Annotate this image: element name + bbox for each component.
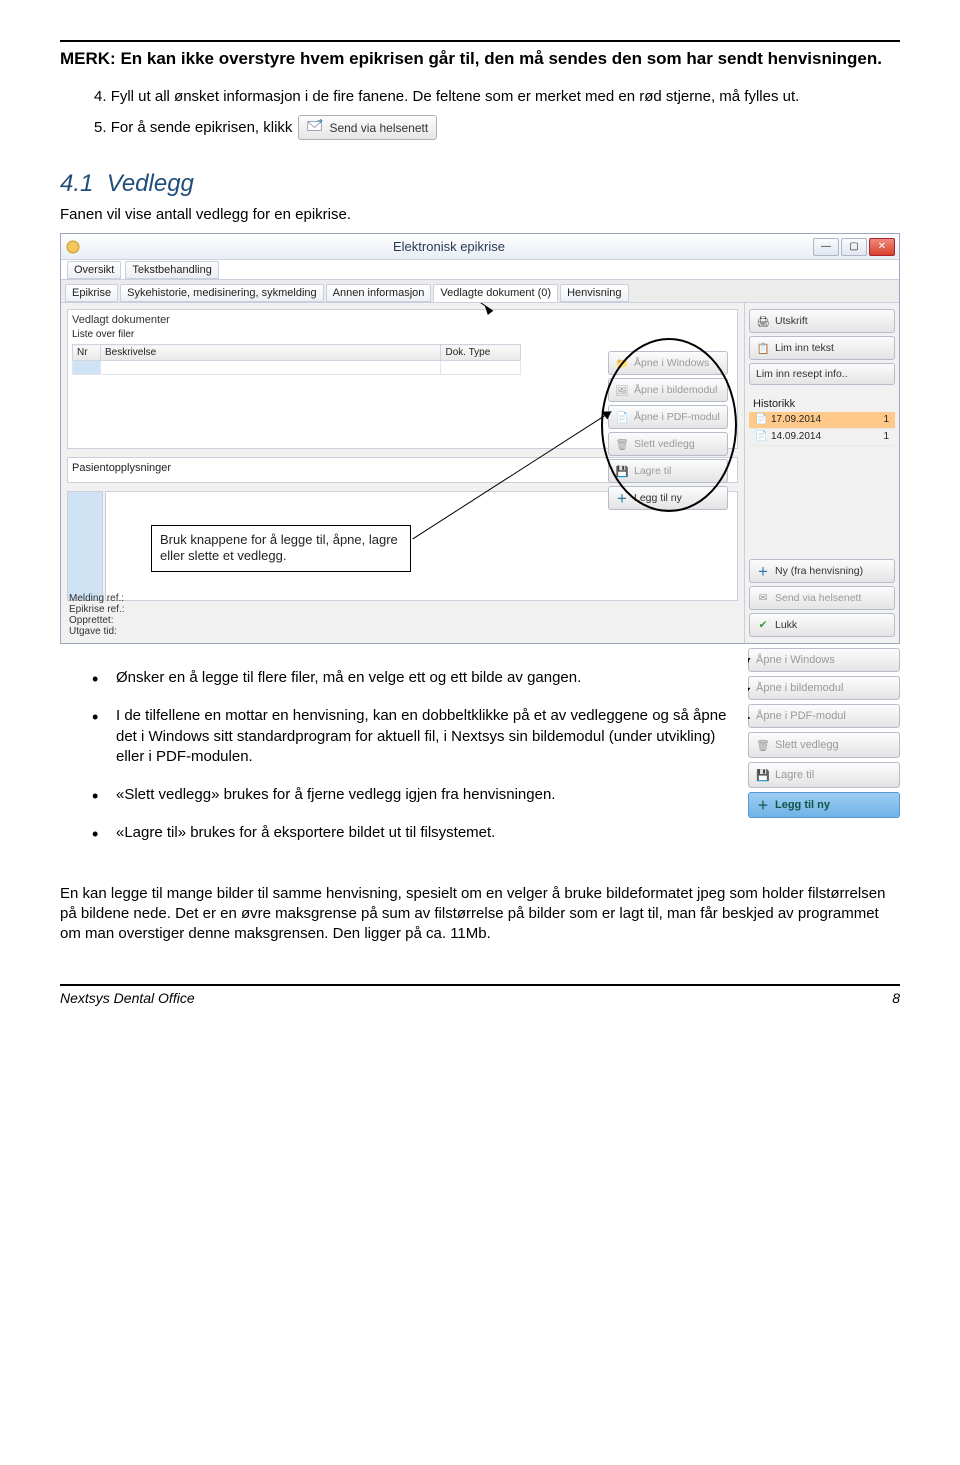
historikk-title: Historikk <box>749 396 895 412</box>
fig-open-pdf: Åpne i PDF-modul <box>748 704 900 728</box>
callout-text: Bruk knappene for å legge til, åpne, lag… <box>160 532 398 563</box>
open-windows-button[interactable]: 📁Åpne i Windows <box>608 351 728 375</box>
pdf-icon: 📄 <box>615 410 629 424</box>
historikk-row-2[interactable]: 📄14.09.2014 1 <box>749 429 895 446</box>
step-4-text: Fyll ut all ønsket informasjon i de fire… <box>111 88 800 105</box>
envelope-icon <box>307 119 325 136</box>
section-number: 4.1 <box>60 170 93 197</box>
app-icon <box>65 239 81 255</box>
trash-icon: 🗑 <box>615 437 629 451</box>
doc-icon: 📄 <box>755 431 767 443</box>
numbered-steps: 4. Fyll ut all ønsket informasjon i de f… <box>94 88 900 140</box>
window-main-panel: Vedlagt dokumenter Liste over filer Nr B… <box>61 303 745 643</box>
envelope-icon: ✉ <box>756 591 770 605</box>
check-icon: ✔ <box>756 618 770 632</box>
bullet-3: «Slett vedlegg» brukes for å fjerne vedl… <box>92 785 730 805</box>
attachments-table: Nr Beskrivelse Dok. Type <box>72 344 521 375</box>
bullets-block: Ønsker en å legge til flere filer, må en… <box>60 644 900 862</box>
print-icon: 🖨 <box>756 314 770 328</box>
bullet-list: Ønsker en å legge til flere filer, må en… <box>92 668 730 862</box>
epikrise-window: Elektronisk epikrise — ▢ ✕ Oversikt Teks… <box>60 233 900 644</box>
meta-utgave-tid: Utgave tid: <box>69 626 125 637</box>
fig-open-bildemodul: Åpne i bildemodul <box>748 676 900 700</box>
plus-icon: ＋ <box>756 564 770 578</box>
step-4-number: 4. <box>94 88 107 105</box>
col-nr: Nr <box>73 345 101 361</box>
plus-icon: ＋ <box>615 491 629 505</box>
lim-inn-tekst-button[interactable]: 📋Lim inn tekst <box>749 336 895 360</box>
doc-icon: 📄 <box>755 414 767 426</box>
footer-page-number: 8 <box>892 990 900 1006</box>
note-heading: MERK: En kan ikke overstyre hvem epikris… <box>60 48 900 70</box>
historikk-row-1[interactable]: 📄17.09.2014 1 <box>749 412 895 429</box>
historikk-panel: Historikk 📄17.09.2014 1 📄14.09.2014 1 <box>749 396 895 446</box>
send-helsenett-button[interactable]: Send via helsenett <box>298 115 437 140</box>
tab-henvisning[interactable]: Henvisning <box>560 284 628 302</box>
open-pdf-button[interactable]: 📄Åpne i PDF-modul <box>608 405 728 429</box>
plus-icon: ＋ <box>756 798 770 812</box>
send-via-helsenett-button[interactable]: ✉Send via helsenett <box>749 586 895 610</box>
meta-opprettet: Opprettet: <box>69 615 125 626</box>
attachment-buttons: 📁Åpne i Windows 🖼Åpne i bildemodul 📄Åpne… <box>605 348 731 513</box>
section-heading: 4.1 Vedlegg <box>60 170 900 198</box>
vedlagt-panel-sub: Liste over filer <box>72 329 733 340</box>
lukk-button[interactable]: ✔Lukk <box>749 613 895 637</box>
tab-vedlagte[interactable]: Vedlagte dokument (0) <box>433 284 558 302</box>
tab-annen-informasjon[interactable]: Annen informasjon <box>326 284 432 302</box>
window-menu: Oversikt Tekstbehandling <box>61 260 899 280</box>
tab-sykehistorie[interactable]: Sykehistorie, medisinering, sykmelding <box>120 284 324 302</box>
save-icon: 💾 <box>756 768 770 782</box>
fig-legg-til-ny: ＋Legg til ny <box>748 792 900 818</box>
vedlagt-panel-title: Vedlagt dokumenter <box>72 314 733 329</box>
open-bildemodul-button[interactable]: 🖼Åpne i bildemodul <box>608 378 728 402</box>
slett-vedlegg-button[interactable]: 🗑Slett vedlegg <box>608 432 728 456</box>
ny-fra-henvisning-button[interactable]: ＋Ny (fra henvisning) <box>749 559 895 583</box>
folder-icon: 📁 <box>615 356 629 370</box>
fig-lagre-til: 💾Lagre til <box>748 762 900 788</box>
step-5-number: 5. <box>94 119 107 136</box>
close-button[interactable]: ✕ <box>869 238 895 256</box>
utskrift-button[interactable]: 🖨Utskrift <box>749 309 895 333</box>
tabs-row: Epikrise Sykehistorie, medisinering, syk… <box>61 280 899 303</box>
page-footer: Nextsys Dental Office 8 <box>60 984 900 1006</box>
trash-icon: 🗑 <box>756 738 770 752</box>
menu-tekstbehandling[interactable]: Tekstbehandling <box>125 261 219 279</box>
menu-oversikt[interactable]: Oversikt <box>67 261 121 279</box>
meta-epikrise-ref: Epikrise ref.: <box>69 604 125 615</box>
save-icon: 💾 <box>615 464 629 478</box>
step-5-text: For å sende epikrisen, klikk <box>111 119 293 136</box>
section-intro: Fanen vil vise antall vedlegg for en epi… <box>60 206 900 223</box>
lagre-til-button[interactable]: 💾Lagre til <box>608 459 728 483</box>
table-row[interactable] <box>73 361 521 375</box>
callout-box: Bruk knappene for å legge til, åpne, lag… <box>151 525 411 572</box>
pasient-panel-title: Pasientopplysninger <box>72 462 171 474</box>
image-icon: 🖼 <box>615 383 629 397</box>
paste-icon: 📋 <box>756 341 770 355</box>
window-right-panel: 🖨Utskrift 📋Lim inn tekst Lim inn resept … <box>745 303 899 643</box>
bullet-4: «Lagre til» brukes for å eksportere bild… <box>92 823 730 843</box>
tab-epikrise[interactable]: Epikrise <box>65 284 118 302</box>
bullet-1: Ønsker en å legge til flere filer, må en… <box>92 668 730 688</box>
lim-inn-resept-button[interactable]: Lim inn resept info.. <box>749 363 895 385</box>
meta-melding-ref: Melding ref.: <box>69 593 125 604</box>
bullet-2: I de tilfellene en mottar en henvisning,… <box>92 706 730 767</box>
patient-tab-selector[interactable] <box>67 491 103 601</box>
fig-slett-vedlegg: 🗑Slett vedlegg <box>748 732 900 758</box>
window-titlebar: Elektronisk epikrise — ▢ ✕ <box>61 234 899 260</box>
window-title: Elektronisk epikrise <box>85 239 813 254</box>
section-title: Vedlegg <box>107 170 194 197</box>
closing-paragraph: En kan legge til mange bilder til samme … <box>60 884 900 945</box>
col-beskrivelse: Beskrivelse <box>101 345 441 361</box>
col-dok-type: Dok. Type <box>441 345 521 361</box>
legg-til-ny-button[interactable]: ＋Legg til ny <box>608 486 728 510</box>
maximize-button[interactable]: ▢ <box>841 238 867 256</box>
buttons-figure: Åpne i Windows Åpne i bildemodul Åpne i … <box>748 644 900 818</box>
footer-left: Nextsys Dental Office <box>60 990 195 1006</box>
send-helsenett-label: Send via helsenett <box>329 121 428 135</box>
meta-labels: Melding ref.: Epikrise ref.: Opprettet: … <box>69 593 125 637</box>
fig-open-windows: Åpne i Windows <box>748 648 900 672</box>
top-rule <box>60 40 900 42</box>
minimize-button[interactable]: — <box>813 238 839 256</box>
